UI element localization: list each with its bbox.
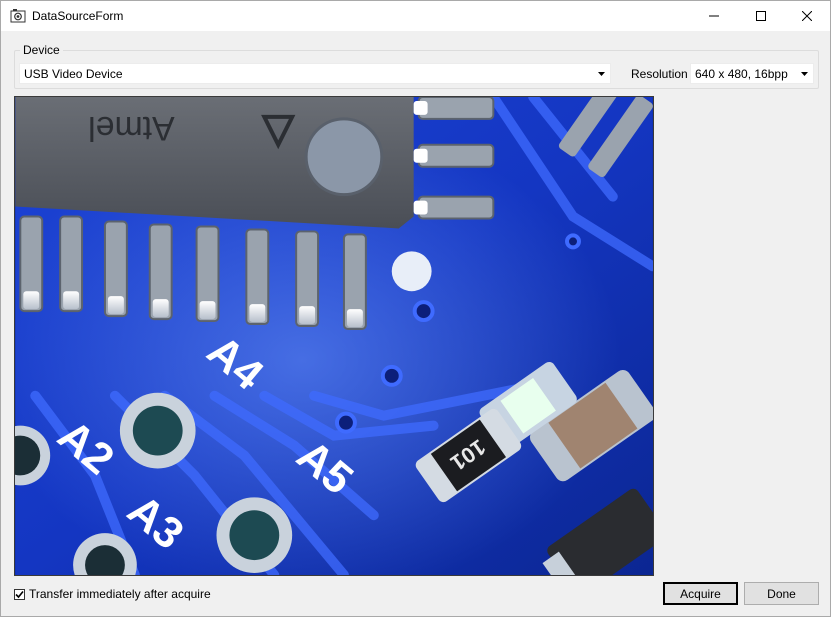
device-select-value: USB Video Device (24, 67, 123, 81)
window-title: DataSourceForm (32, 9, 124, 23)
maximize-icon (756, 11, 766, 21)
close-button[interactable] (784, 1, 830, 31)
camera-app-icon (10, 9, 26, 23)
minimize-icon (709, 15, 719, 17)
checkmark-icon (15, 590, 24, 598)
device-select[interactable]: USB Video Device (19, 63, 611, 84)
acquire-button[interactable]: Acquire (663, 582, 738, 605)
transfer-checkbox-label[interactable]: Transfer immediately after acquire (29, 587, 211, 601)
resolution-select-value: 640 x 480, 16bpp (695, 67, 788, 81)
resolution-select[interactable]: 640 x 480, 16bpp (690, 63, 814, 84)
maximize-button[interactable] (738, 1, 784, 31)
chip-marking: Atmel (88, 109, 175, 147)
pcb-image: Atmel A2 A3 A4 A5 101 (15, 97, 653, 575)
chevron-down-icon[interactable] (593, 64, 610, 83)
transfer-checkbox-row[interactable]: Transfer immediately after acquire (14, 587, 211, 601)
datasource-form-window: DataSourceForm Device USB Video Device R… (0, 0, 831, 617)
title-bar[interactable]: DataSourceForm (1, 1, 830, 31)
done-button[interactable]: Done (744, 582, 819, 605)
device-group-legend: Device (20, 43, 63, 57)
minimize-button[interactable] (691, 1, 737, 31)
resolution-label: Resolution (631, 67, 688, 81)
transfer-checkbox[interactable] (14, 588, 25, 600)
close-icon (802, 11, 812, 21)
chevron-down-icon[interactable] (796, 64, 813, 83)
camera-preview: Atmel A2 A3 A4 A5 101 (14, 96, 654, 576)
